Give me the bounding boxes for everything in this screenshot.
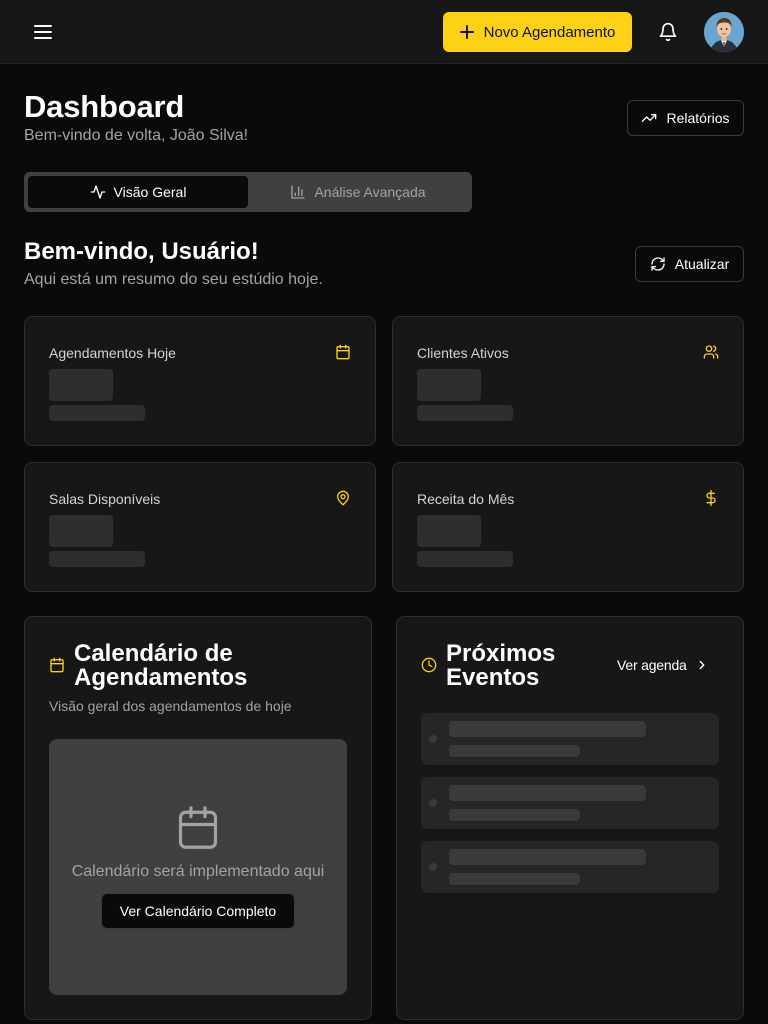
title-line: Eventos	[446, 664, 540, 691]
activity-icon	[90, 184, 106, 200]
stat-card-appointments-today: Agendamentos Hoje	[24, 316, 376, 446]
chevron-right-icon	[695, 658, 709, 672]
upcoming-events-panel: Próximos Eventos Ver agenda	[396, 616, 744, 1020]
stat-label: Agendamentos Hoje	[49, 345, 176, 361]
event-title-skeleton	[449, 785, 646, 801]
stat-card-available-rooms: Salas Disponíveis	[24, 462, 376, 592]
refresh-label: Atualizar	[674, 256, 730, 272]
tab-label: Análise Avançada	[314, 184, 426, 200]
title-line: Próximos	[446, 640, 556, 667]
event-item-skeleton	[421, 713, 719, 765]
new-appointment-label: Novo Agendamento	[483, 23, 616, 41]
event-item-skeleton	[421, 777, 719, 829]
tab-advanced-analysis[interactable]: Análise Avançada	[248, 176, 468, 208]
calendar-icon	[49, 657, 65, 673]
calendar-panel-title: Calendário de Agendamentos	[74, 642, 247, 690]
page-title: Dashboard	[24, 89, 185, 124]
stat-value-skeleton	[49, 369, 113, 401]
event-dot	[429, 735, 437, 743]
event-subtitle-skeleton	[449, 873, 580, 885]
stat-value-skeleton	[417, 515, 481, 547]
see-agenda-link[interactable]: Ver agenda	[617, 657, 709, 673]
top-bar: Novo Agendamento	[0, 0, 768, 64]
stat-label: Salas Disponíveis	[49, 491, 161, 507]
dollar-icon	[703, 490, 719, 506]
stat-card-monthly-revenue: Receita do Mês	[392, 462, 744, 592]
page-subtitle: Bem-vindo de volta, João Silva!	[24, 127, 249, 144]
event-title-skeleton	[449, 721, 646, 737]
stat-value-skeleton	[417, 369, 481, 401]
tab-label: Visão Geral	[113, 184, 187, 200]
calendar-placeholder-area: Calendário será implementado aqui Ver Ca…	[49, 739, 347, 995]
refresh-button[interactable]: Atualizar	[635, 246, 744, 282]
stat-label: Clientes Ativos	[417, 345, 509, 361]
refresh-icon	[650, 256, 666, 272]
title-line: Calendário de	[74, 640, 233, 667]
clock-icon	[421, 657, 437, 673]
calendar-icon	[335, 344, 351, 360]
upcoming-events-title: Próximos Eventos	[446, 642, 555, 690]
plus-icon	[459, 25, 474, 39]
stat-card-active-clients: Clientes Ativos	[392, 316, 744, 446]
stat-subtext-skeleton	[417, 551, 513, 567]
reports-label: Relatórios	[666, 110, 730, 126]
title-line: Agendamentos	[74, 664, 248, 691]
event-subtitle-skeleton	[449, 809, 580, 821]
event-dot	[429, 799, 437, 807]
calendar-panel: Calendário de Agendamentos Visão geral d…	[24, 616, 372, 1020]
menu-icon[interactable]	[32, 22, 54, 42]
tabs: Visão Geral Análise Avançada	[24, 172, 472, 212]
welcome-title: Bem-vindo, Usuário!	[24, 238, 259, 265]
user-avatar[interactable]	[704, 12, 744, 52]
event-subtitle-skeleton	[449, 745, 580, 757]
trending-up-icon	[641, 110, 657, 126]
view-full-calendar-button[interactable]: Ver Calendário Completo	[101, 893, 295, 929]
stat-label: Receita do Mês	[417, 491, 515, 507]
event-dot	[429, 863, 437, 871]
view-full-calendar-label: Ver Calendário Completo	[119, 903, 277, 919]
event-item-skeleton	[421, 841, 719, 893]
stat-subtext-skeleton	[49, 551, 145, 567]
stat-subtext-skeleton	[49, 405, 145, 421]
event-title-skeleton	[449, 849, 646, 865]
users-icon	[703, 344, 719, 360]
welcome-subtitle: Aqui está um resumo do seu estúdio hoje.	[24, 271, 323, 288]
stat-value-skeleton	[49, 515, 113, 547]
bar-chart-icon	[290, 184, 306, 200]
calendar-panel-description: Visão geral dos agendamentos de hoje	[49, 698, 292, 714]
new-appointment-button[interactable]: Novo Agendamento	[443, 12, 632, 52]
reports-button[interactable]: Relatórios	[627, 100, 744, 136]
tab-overview[interactable]: Visão Geral	[28, 176, 248, 208]
map-pin-icon	[335, 490, 351, 506]
bell-icon[interactable]	[658, 22, 678, 42]
calendar-icon	[177, 805, 219, 851]
stat-subtext-skeleton	[417, 405, 513, 421]
calendar-placeholder-text: Calendário será implementado aqui	[71, 863, 325, 880]
see-agenda-label: Ver agenda	[617, 657, 687, 673]
